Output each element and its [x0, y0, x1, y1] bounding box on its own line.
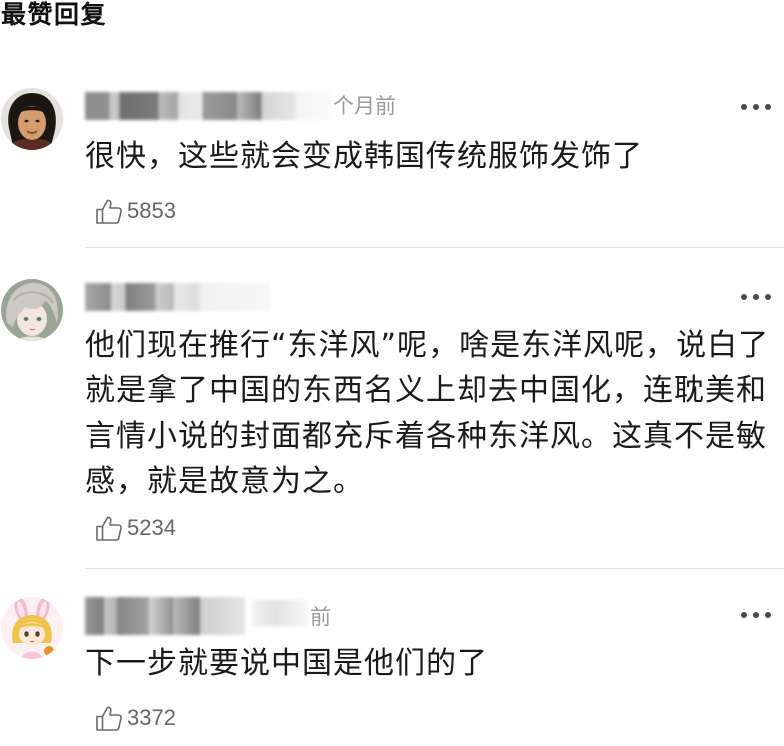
avatar-image: [1, 597, 63, 659]
username-redacted[interactable]: [85, 597, 245, 635]
avatar-eye: [24, 119, 29, 123]
like-count: 5234: [127, 515, 176, 540]
comment-timestamp: 个月前: [333, 94, 396, 118]
comment-timestamp: 前: [310, 605, 331, 629]
thumbs-up-cuff: [96, 715, 104, 731]
more-dots-icon: [753, 294, 759, 300]
more-dots-icon: [753, 612, 759, 618]
username-redacted: [252, 600, 308, 626]
more-dots-icon: [765, 294, 771, 300]
comment-divider: [85, 247, 784, 248]
thumbs-up-hand: [101, 706, 122, 731]
comment-item: 他们现在推行“东洋风”呢，啥是东洋风呢，说白了就是拿了中国的东西名义上却去中国化…: [0, 277, 784, 570]
more-options-button[interactable]: [741, 290, 771, 304]
like-button[interactable]: 3372: [94, 702, 176, 734]
thumbs-up-cuff: [96, 208, 104, 224]
like-count: 3372: [127, 705, 176, 730]
comment-divider: [85, 568, 784, 569]
avatar-eye: [35, 631, 40, 637]
avatar-eye: [24, 631, 29, 637]
thumbs-up-hand: [101, 199, 122, 224]
avatar-eye: [23, 317, 29, 321]
comment-text: 很快，这些就会变成韩国传统服饰发饰了: [85, 139, 643, 174]
user-avatar[interactable]: [1, 597, 63, 659]
more-dots-icon: [741, 104, 747, 110]
thumbs-up-icon: [96, 516, 122, 541]
user-avatar[interactable]: [1, 279, 63, 341]
more-dots-icon: [765, 104, 771, 110]
comment-item: 前 下一步就要说中国是他们的了 3372: [0, 596, 784, 741]
avatar-image: [1, 279, 63, 341]
avatar-image: [1, 88, 63, 150]
like-button[interactable]: 5853: [94, 195, 176, 227]
thumbs-up-icon: [96, 706, 122, 731]
thumbs-up-hand: [101, 516, 122, 541]
like-button[interactable]: 5234: [94, 512, 176, 544]
more-options-button[interactable]: [741, 608, 771, 622]
more-dots-icon: [753, 104, 759, 110]
avatar-eye: [35, 119, 40, 123]
comment-text: 他们现在推行“东洋风”呢，啥是东洋风呢，说白了就是拿了中国的东西名义上却去中国化…: [85, 328, 770, 499]
thumbs-up-cuff: [96, 525, 104, 541]
avatar-eye: [36, 317, 42, 321]
like-count: 5853: [127, 198, 176, 223]
more-dots-icon: [741, 294, 747, 300]
thumbs-up-icon: [96, 199, 122, 224]
more-options-button[interactable]: [741, 100, 771, 114]
username-redacted[interactable]: [85, 283, 270, 311]
section-title: 最赞回复: [1, 0, 108, 29]
user-avatar[interactable]: [1, 88, 63, 150]
more-dots-icon: [765, 612, 771, 618]
username-redacted[interactable]: [85, 92, 330, 120]
more-dots-icon: [741, 612, 747, 618]
avatar-accessory: [44, 646, 54, 656]
comment-text: 下一步就要说中国是他们的了: [85, 646, 488, 681]
comment-item: 个月前 很快，这些就会变成韩国传统服饰发饰了 5853: [0, 86, 784, 249]
